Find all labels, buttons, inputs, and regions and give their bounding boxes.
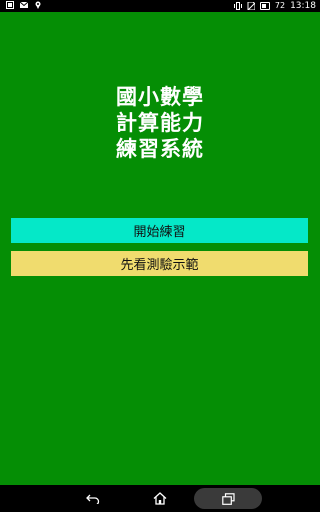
- recent-apps-icon: [221, 492, 235, 505]
- location-icon: [34, 1, 42, 9]
- app-content: 國小數學 計算能力 練習系統 開始練習 先看測驗示範: [0, 12, 320, 485]
- title-line: 計算能力: [116, 111, 204, 135]
- recent-apps-button[interactable]: [194, 488, 262, 509]
- notification-icon: [6, 1, 14, 9]
- home-button[interactable]: [146, 488, 174, 509]
- mail-icon: [20, 1, 28, 9]
- navigation-bar: [0, 485, 320, 512]
- title-line: 練習系統: [116, 137, 204, 161]
- back-button[interactable]: [78, 488, 108, 509]
- screen: 72 13:18 國小數學 計算能力 練習系統 開始練習 先看測驗示範: [0, 0, 320, 512]
- battery-level: 72: [274, 1, 286, 10]
- app-title: 國小數學 計算能力 練習系統: [0, 84, 320, 162]
- home-icon: [153, 492, 167, 505]
- start-practice-button[interactable]: 開始練習: [11, 218, 308, 243]
- battery-icon: [259, 2, 270, 10]
- status-bar-notifications: [6, 1, 42, 9]
- battery-fill: [261, 4, 267, 8]
- title-line: 國小數學: [116, 85, 204, 109]
- vibrate-icon: [233, 2, 242, 10]
- no-sim-icon: [247, 2, 255, 10]
- status-time: 13:18: [290, 1, 316, 11]
- view-demo-button[interactable]: 先看測驗示範: [11, 251, 308, 276]
- status-bar: 72 13:18: [0, 0, 320, 12]
- back-icon: [86, 494, 100, 504]
- status-bar-system: 72 13:18: [233, 0, 316, 12]
